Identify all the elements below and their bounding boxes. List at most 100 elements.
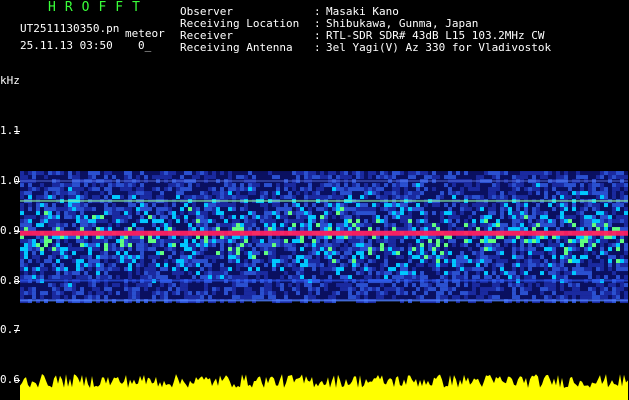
noise-pixel <box>368 175 372 180</box>
noise-pixel <box>344 203 348 208</box>
noise-pixel <box>532 171 536 176</box>
noise-pixel <box>204 271 208 276</box>
noise-pixel <box>184 219 188 224</box>
noise-pixel <box>192 219 196 224</box>
noise-pixel <box>168 239 172 244</box>
noise-pixel <box>404 183 408 188</box>
noise-pixel <box>368 287 372 292</box>
noise-pixel <box>492 211 496 216</box>
noise-pixel <box>284 207 288 212</box>
noise-pixel <box>360 243 364 248</box>
noise-pixel <box>196 243 200 248</box>
noise-pixel <box>484 263 488 268</box>
noise-pixel <box>184 239 188 244</box>
noise-pixel <box>264 183 268 188</box>
noise-pixel <box>88 187 92 192</box>
noise-pixel <box>472 203 476 208</box>
noise-pixel <box>168 283 172 288</box>
noise-pixel <box>436 247 440 252</box>
noise-pixel <box>20 247 24 252</box>
noise-pixel <box>124 243 128 248</box>
noise-pixel <box>576 195 580 200</box>
noise-pixel <box>588 259 592 264</box>
noise-pixel <box>40 251 44 256</box>
noise-pixel <box>60 223 64 228</box>
noise-pixel <box>96 259 100 264</box>
noise-pixel <box>172 203 176 208</box>
noise-pixel <box>136 295 140 300</box>
noise-pixel <box>292 223 296 228</box>
noise-pixel <box>496 247 500 252</box>
noise-pixel <box>572 215 576 220</box>
noise-pixel <box>28 223 32 228</box>
noise-pixel <box>96 263 100 268</box>
noise-pixel <box>576 239 580 244</box>
noise-pixel <box>28 259 32 264</box>
noise-pixel <box>556 275 560 280</box>
noise-pixel <box>140 263 144 268</box>
noise-pixel <box>272 263 276 268</box>
noise-pixel <box>88 227 92 232</box>
noise-pixel <box>532 215 536 220</box>
noise-pixel <box>304 255 308 260</box>
noise-pixel <box>88 295 92 300</box>
noise-pixel <box>196 171 200 176</box>
noise-pixel <box>608 283 612 288</box>
noise-pixel <box>344 243 348 248</box>
noise-pixel <box>232 239 236 244</box>
noise-pixel <box>208 255 212 260</box>
noise-pixel <box>248 287 252 292</box>
noise-pixel <box>612 291 616 296</box>
noise-pixel <box>528 283 532 288</box>
noise-pixel <box>624 207 628 212</box>
noise-pixel <box>344 251 348 256</box>
noise-pixel <box>212 219 216 224</box>
noise-pixel <box>540 183 544 188</box>
noise-pixel <box>364 247 368 252</box>
noise-pixel <box>324 219 328 224</box>
noise-pixel <box>408 223 412 228</box>
noise-pixel <box>112 215 116 220</box>
noise-pixel <box>512 255 516 260</box>
noise-pixel <box>532 183 536 188</box>
noise-pixel <box>136 291 140 296</box>
noise-pixel <box>612 195 616 200</box>
noise-pixel <box>284 219 288 224</box>
noise-pixel <box>212 271 216 276</box>
noise-pixel <box>452 263 456 268</box>
noise-pixel <box>552 251 556 256</box>
noise-pixel <box>532 259 536 264</box>
noise-pixel <box>504 227 508 232</box>
noise-pixel <box>76 247 80 252</box>
noise-pixel <box>80 227 84 232</box>
noise-pixel <box>380 207 384 212</box>
noise-pixel <box>76 259 80 264</box>
noise-pixel <box>404 203 408 208</box>
noise-pixel <box>268 247 272 252</box>
noise-pixel <box>224 183 228 188</box>
noise-pixel <box>360 251 364 256</box>
noise-pixel <box>336 243 340 248</box>
noise-pixel <box>160 283 164 288</box>
noise-pixel <box>464 183 468 188</box>
noise-pixel <box>600 259 604 264</box>
noise-pixel <box>88 207 92 212</box>
noise-pixel <box>220 251 224 256</box>
noise-pixel <box>272 227 276 232</box>
noise-pixel <box>288 211 292 216</box>
noise-pixel <box>608 171 612 176</box>
noise-pixel <box>272 175 276 180</box>
noise-pixel <box>228 195 232 200</box>
noise-pixel <box>188 207 192 212</box>
noise-pixel <box>212 175 216 180</box>
noise-pixel <box>352 267 356 272</box>
noise-pixel <box>300 215 304 220</box>
noise-pixel <box>284 291 288 296</box>
noise-pixel <box>560 191 564 196</box>
noise-pixel <box>572 295 576 300</box>
noise-pixel <box>348 259 352 264</box>
noise-pixel <box>288 247 292 252</box>
noise-pixel <box>420 275 424 280</box>
noise-pixel <box>352 239 356 244</box>
noise-pixel <box>308 291 312 296</box>
